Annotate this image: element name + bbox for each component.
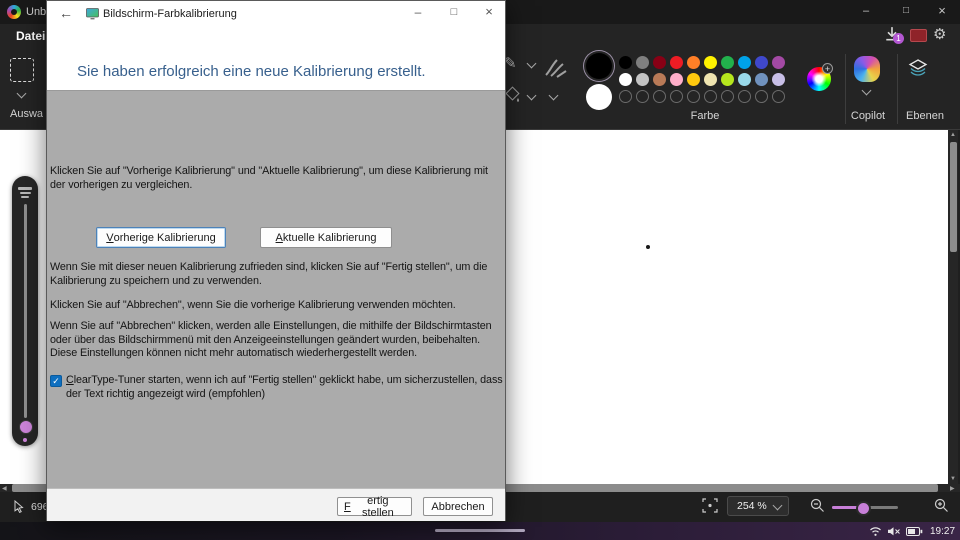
color-section-label: Farbe — [619, 110, 791, 122]
dialog-paragraph: Wenn Sie mit dieser neuen Kalibrierung z… — [50, 261, 503, 288]
layers-icon[interactable] — [906, 56, 930, 80]
taskbar: 19:27 — [0, 522, 960, 540]
dialog-paragraph: Klicken Sie auf "Vorherige Kalibrierung"… — [50, 165, 503, 192]
dialog-paragraph: Klicken Sie auf "Abbrechen", wenn Sie di… — [50, 299, 503, 313]
selection-tool-icon[interactable] — [10, 58, 34, 82]
thickness-slider-panel — [12, 176, 38, 446]
scroll-down-icon[interactable]: ▼ — [950, 475, 956, 483]
palette-empty-slot[interactable] — [704, 90, 717, 103]
selection-tool-label: Auswa — [10, 108, 43, 120]
fit-to-screen-icon[interactable] — [702, 498, 718, 513]
chevron-down-icon[interactable] — [527, 91, 537, 101]
screen: Unbena – □ × Datei 1 ⚙ Auswa ✎ — [0, 0, 960, 540]
chevron-down-icon[interactable] — [549, 91, 559, 101]
maximize-icon[interactable]: □ — [439, 1, 469, 23]
dialog-heading: Sie haben erfolgreich eine neue Kalibrie… — [77, 63, 426, 80]
chevron-down-icon[interactable] — [862, 86, 872, 96]
palette-color-swatch[interactable] — [670, 73, 683, 86]
cancel-button[interactable]: Abbrechen — [423, 497, 493, 516]
palette-color-swatch[interactable] — [653, 73, 666, 86]
paint-logo-icon — [7, 5, 21, 19]
dialog-paragraph: Wenn Sie auf "Abbrechen" klicken, werden… — [50, 320, 503, 361]
thickness-slider-dot — [23, 438, 27, 442]
palette-empty-slot[interactable] — [670, 90, 683, 103]
cleartype-checkbox[interactable]: ✓ — [50, 375, 62, 387]
copilot-icon[interactable] — [854, 56, 880, 82]
scroll-up-icon[interactable]: ▲ — [950, 131, 956, 139]
palette-row-2 — [619, 73, 785, 86]
palette-empty-slot[interactable] — [653, 90, 666, 103]
thickness-slider-track[interactable] — [24, 204, 27, 418]
palette-empty-slot[interactable] — [772, 90, 785, 103]
background-color-swatch[interactable] — [586, 84, 612, 110]
cleartype-checkbox-label[interactable]: ClearType-Tuner starten, wenn ich auf "F… — [66, 374, 506, 401]
palette-color-swatch[interactable] — [755, 56, 768, 69]
palette-color-swatch[interactable] — [653, 56, 666, 69]
palette-color-swatch[interactable] — [704, 56, 717, 69]
thickness-slider-thumb[interactable] — [19, 420, 33, 434]
zoom-in-icon[interactable] — [934, 498, 950, 514]
chevron-down-icon[interactable] — [527, 59, 537, 69]
dialog-title: Bildschirm-Farbkalibrierung — [103, 8, 237, 20]
foreground-color-swatch[interactable] — [586, 53, 612, 79]
palette-color-swatch[interactable] — [772, 56, 785, 69]
palette-color-swatch[interactable] — [721, 56, 734, 69]
canvas[interactable] — [506, 130, 948, 484]
palette-color-swatch[interactable] — [636, 73, 649, 86]
settings-gear-icon[interactable]: ⚙ — [933, 27, 946, 43]
current-calibration-button[interactable]: Aktuelle Kalibrierung — [260, 227, 392, 248]
taskbar-clock[interactable]: 19:27 — [930, 526, 955, 537]
add-color-plus-icon[interactable]: + — [822, 63, 833, 74]
palette-color-swatch[interactable] — [738, 56, 751, 69]
copilot-label: Copilot — [843, 110, 893, 122]
palette-row-empty — [619, 90, 785, 103]
battery-icon[interactable] — [906, 527, 923, 537]
cursor-pointer-icon — [14, 500, 24, 513]
promo-icon[interactable] — [910, 29, 927, 42]
finish-button[interactable]: Fertig stellen — [337, 497, 412, 516]
vertical-scrollbar-thumb[interactable] — [950, 142, 957, 252]
palette-color-swatch[interactable] — [670, 56, 683, 69]
wifi-icon[interactable] — [869, 526, 882, 537]
zoom-out-icon[interactable] — [810, 498, 826, 514]
brushes-tool-icon[interactable] — [542, 56, 568, 80]
palette-row-1 — [619, 56, 785, 69]
thickness-icon — [12, 176, 38, 198]
notification-badge: 1 — [893, 33, 904, 44]
zoom-level-value: 254 % — [737, 500, 767, 512]
palette-empty-slot[interactable] — [687, 90, 700, 103]
dialog-footer: Fertig stellen Abbrechen — [47, 488, 505, 521]
palette-color-swatch[interactable] — [772, 73, 785, 86]
palette-empty-slot[interactable] — [738, 90, 751, 103]
layers-label: Ebenen — [897, 110, 953, 122]
close-icon[interactable]: × — [927, 0, 957, 22]
zoom-level-dropdown[interactable]: 254 % — [727, 496, 789, 516]
palette-color-swatch[interactable] — [704, 73, 717, 86]
volume-muted-icon[interactable] — [887, 526, 901, 537]
palette-empty-slot[interactable] — [636, 90, 649, 103]
palette-color-swatch[interactable] — [755, 73, 768, 86]
minimize-icon[interactable]: – — [851, 0, 881, 22]
chevron-down-icon[interactable] — [17, 89, 27, 99]
palette-color-swatch[interactable] — [636, 56, 649, 69]
calibration-dialog: ← Bildschirm-Farbkalibrierung – □ × Sie … — [46, 0, 506, 521]
palette-color-swatch[interactable] — [721, 73, 734, 86]
paint-mark-dot — [646, 245, 650, 249]
palette-color-swatch[interactable] — [687, 56, 700, 69]
palette-color-swatch[interactable] — [619, 56, 632, 69]
palette-color-swatch[interactable] — [738, 73, 751, 86]
palette-empty-slot[interactable] — [619, 90, 632, 103]
calibration-app-icon — [86, 8, 99, 20]
palette-empty-slot[interactable] — [755, 90, 768, 103]
back-arrow-icon[interactable]: ← — [59, 5, 73, 21]
palette-empty-slot[interactable] — [721, 90, 734, 103]
restore-icon[interactable]: □ — [891, 0, 921, 22]
palette-color-swatch[interactable] — [619, 73, 632, 86]
palette-color-swatch[interactable] — [687, 73, 700, 86]
previous-calibration-button[interactable]: Vorherige Kalibrierung — [96, 227, 226, 248]
close-icon[interactable]: × — [474, 1, 504, 23]
taskbar-center-indicator[interactable] — [435, 529, 525, 532]
zoom-slider-thumb[interactable] — [856, 501, 871, 516]
minimize-icon[interactable]: – — [403, 1, 433, 23]
